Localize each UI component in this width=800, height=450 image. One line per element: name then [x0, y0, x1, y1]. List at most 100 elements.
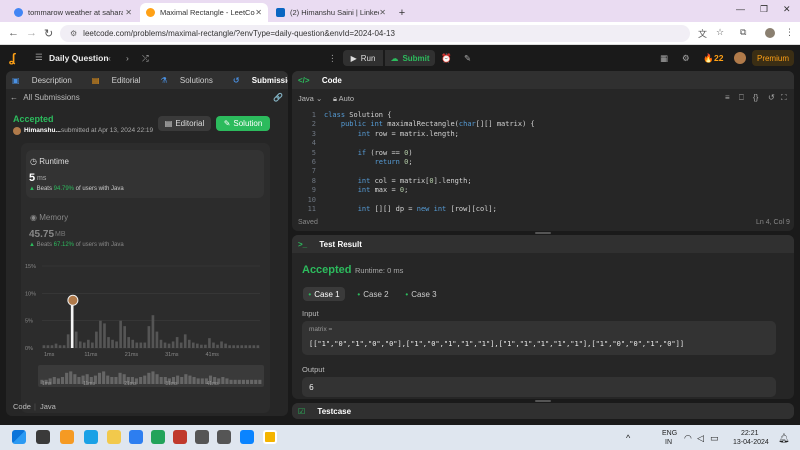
chrome-icon[interactable]: [263, 430, 277, 444]
chevron-up-icon[interactable]: ^: [626, 433, 630, 443]
problem-list-icon[interactable]: ☰: [35, 52, 43, 63]
settings-icon[interactable]: ⚙: [682, 53, 690, 64]
back-icon[interactable]: ←: [8, 27, 19, 39]
drag-handle-icon[interactable]: ⋮: [328, 53, 337, 64]
code-line[interactable]: 4: [300, 139, 784, 149]
mcafee-icon[interactable]: [173, 430, 187, 444]
premium-button[interactable]: Premium: [752, 50, 794, 66]
code-line[interactable]: 3 int row = matrix.length;: [300, 130, 784, 140]
widgets-icon[interactable]: [60, 430, 74, 444]
runtime-overview-chart[interactable]: 1ms 11ms 21ms 31ms 41ms: [38, 365, 264, 387]
resize-handle[interactable]: [535, 232, 551, 234]
case-tab-1[interactable]: • Case 1: [303, 287, 345, 301]
fullscreen-icon[interactable]: ⛶: [781, 93, 787, 103]
battery-icon[interactable]: ▭: [710, 433, 719, 444]
url-field[interactable]: ⚙ leetcode.com/problems/maximal-rectangl…: [60, 25, 690, 42]
clock-time[interactable]: 22:21: [741, 430, 759, 437]
close-icon[interactable]: ✕: [255, 8, 262, 17]
reset-icon[interactable]: ↺: [768, 93, 775, 102]
tab-submissions[interactable]: ↺ Submissions: [233, 76, 288, 85]
chat-icon[interactable]: [84, 430, 98, 444]
case-tab-3[interactable]: • Case 3: [400, 287, 442, 301]
prev-question-icon[interactable]: ‹: [108, 53, 111, 63]
code-line[interactable]: 7: [300, 167, 784, 177]
notes-icon[interactable]: ✎: [464, 53, 471, 64]
translate-icon[interactable]: 文: [698, 27, 707, 40]
code-line[interactable]: 9 int max = 0;: [300, 186, 784, 196]
extensions-icon[interactable]: ⧉: [740, 27, 746, 38]
language-top[interactable]: ENG: [662, 430, 677, 437]
solution-button[interactable]: ✎ Solution: [216, 116, 270, 131]
layout-icon[interactable]: ▦: [660, 53, 668, 64]
minimize-icon[interactable]: —: [736, 4, 745, 14]
tab-description[interactable]: ▣ Description: [12, 76, 82, 85]
store-icon[interactable]: [129, 430, 143, 444]
menu-icon[interactable]: ⋮: [785, 27, 794, 38]
leetcode-logo-icon[interactable]: ʆ: [9, 51, 22, 65]
new-tab-button[interactable]: +: [394, 3, 410, 22]
tab-solutions[interactable]: ⚗ Solutions: [161, 76, 223, 85]
overview-bar: [77, 377, 81, 384]
close-icon[interactable]: ✕: [379, 8, 386, 17]
user-avatar[interactable]: [734, 52, 746, 64]
language-bottom[interactable]: IN: [665, 439, 672, 446]
notification-icon[interactable]: 🔔︎: [778, 433, 789, 444]
browser-edge-icon[interactable]: [240, 430, 254, 444]
forward-icon[interactable]: →: [26, 27, 37, 39]
clock-date[interactable]: 13-04-2024: [733, 439, 769, 446]
run-button[interactable]: ▶ Run: [343, 50, 383, 66]
y-tick-label: 15%: [25, 264, 36, 270]
profile-avatar[interactable]: [765, 28, 775, 38]
share-link-icon[interactable]: 🔗: [273, 93, 283, 102]
testcase-panel[interactable]: ☑ Testcase: [292, 403, 794, 419]
tab-editorial[interactable]: ▤ Editorial: [92, 76, 151, 85]
volume-icon[interactable]: ◁: [697, 433, 704, 444]
task-view-icon[interactable]: [36, 430, 50, 444]
browser-tab-leetcode[interactable]: Maximal Rectangle - LeetCode ✕: [140, 3, 268, 22]
restore-icon[interactable]: ❐: [760, 4, 768, 15]
all-submissions-link[interactable]: ← All Submissions: [10, 93, 80, 102]
code-line[interactable]: 2 public int maximalRectangle(char[][] m…: [300, 120, 784, 130]
code-line[interactable]: 8 int col = matrix[0].length;: [300, 177, 784, 187]
shuffle-icon[interactable]: ⤮: [142, 53, 149, 64]
close-window-icon[interactable]: ✕: [783, 4, 791, 15]
resize-handle[interactable]: [535, 400, 551, 402]
runtime-distribution-chart[interactable]: 15% 10% 5% 0% 1ms 11ms 21ms 31ms 41ms: [24, 258, 266, 358]
username[interactable]: Himanshu...: [24, 127, 61, 134]
edge-icon[interactable]: [151, 430, 165, 444]
browser-tab-linkedin[interactable]: (2) Himanshu Saini | LinkedIn ✕: [270, 3, 392, 22]
file-explorer-icon[interactable]: [107, 430, 121, 444]
next-question-icon[interactable]: ›: [126, 53, 129, 63]
code-line[interactable]: 11 int [][] dp = new int [row][col];: [300, 205, 784, 215]
reset-braces-icon[interactable]: {}: [753, 93, 758, 102]
code-line[interactable]: 5 if (row == 0): [300, 149, 784, 159]
case-tab-2[interactable]: • Case 2: [352, 287, 394, 301]
language-select[interactable]: Java ⌄: [298, 94, 322, 103]
browser-tab-weather[interactable]: tommarow weather at saharanpur ✕: [8, 3, 138, 22]
editorial-button[interactable]: ▤ Editorial: [158, 116, 211, 131]
calculator-icon[interactable]: [217, 430, 231, 444]
timer-icon[interactable]: ⏰: [441, 53, 452, 64]
auto-toggle[interactable]: 🔒︎ Auto: [333, 94, 354, 104]
daily-question-label[interactable]: Daily Question: [49, 53, 109, 63]
site-info-icon[interactable]: ⚙: [70, 29, 77, 38]
close-icon[interactable]: ✕: [125, 8, 132, 17]
code-line[interactable]: 1 class Solution {: [300, 111, 784, 121]
format-icon[interactable]: ≡: [725, 93, 730, 102]
bar: [216, 344, 219, 348]
star-icon[interactable]: ☆: [716, 27, 724, 38]
submit-button[interactable]: ☁ Submit: [385, 50, 435, 66]
input-box[interactable]: [302, 321, 776, 355]
windows-start-icon[interactable]: [12, 430, 26, 444]
code-tab[interactable]: </> Code: [298, 76, 352, 85]
reload-icon[interactable]: ↻: [44, 27, 53, 40]
wifi-icon[interactable]: ◠: [684, 433, 692, 444]
memory-label[interactable]: ◉ Memory: [30, 213, 68, 222]
testcase-tab[interactable]: ☑ Testcase: [298, 407, 361, 416]
settings-app-icon[interactable]: [195, 430, 209, 444]
streak-count[interactable]: 22: [714, 53, 723, 63]
code-line[interactable]: 10: [300, 196, 784, 206]
bookmark-icon[interactable]: ⎕: [739, 93, 744, 103]
code-line[interactable]: 6 return 0;: [300, 158, 784, 168]
test-result-tab[interactable]: >_ Test Result: [298, 240, 372, 249]
